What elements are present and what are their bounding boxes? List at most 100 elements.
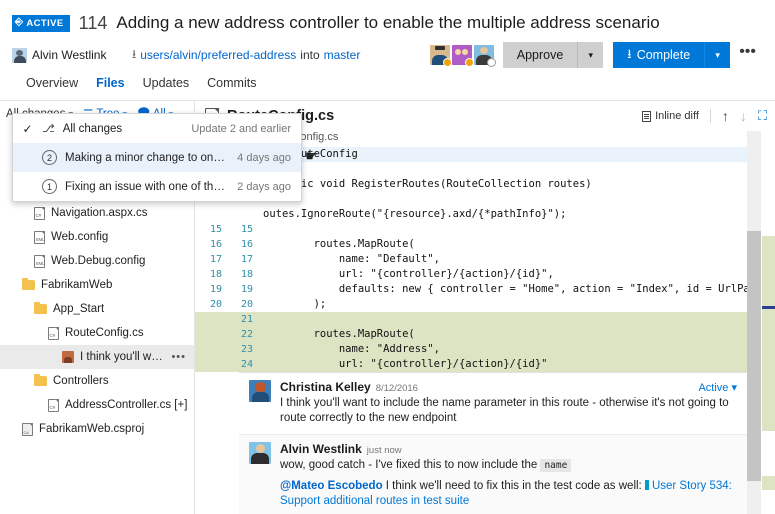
code-line[interactable]: outes.IgnoreRoute("{resource}.axd/{*path… (195, 207, 775, 222)
minimap-comment-marker (762, 306, 775, 309)
tree-item-more-icon[interactable]: ••• (171, 351, 186, 363)
diff-minimap[interactable] (762, 131, 775, 514)
tree-item[interactable]: XML Web.Debug.config (0, 249, 194, 273)
line-number-new: 16 (240, 239, 253, 250)
comment-thread: Christina Kelley 8/12/2016 Active ▾ I th… (239, 372, 747, 514)
code-line-text: ass RouteConfig (263, 148, 358, 160)
tab-updates[interactable]: Updates (143, 76, 190, 100)
code-line-text: url: "{controller}/{action}/{id}", (263, 268, 554, 280)
folder-icon (34, 373, 47, 386)
tree-item-label: App_Start (53, 303, 105, 315)
code-line[interactable]: 17 17 name: "Default", (195, 252, 775, 267)
tree-item[interactable]: XML Web.config (0, 225, 194, 249)
approve-button[interactable]: Approve (502, 42, 578, 68)
inline-diff-toggle[interactable]: Inline diff (642, 110, 699, 122)
work-item-icon (644, 480, 649, 490)
code-line[interactable]: 20 20 ); (195, 297, 775, 312)
tree-item[interactable]: C# AddressController.cs [+] (0, 393, 194, 417)
chevron-down-icon: ▾ (588, 49, 594, 60)
more-actions-button[interactable]: ••• (730, 42, 763, 68)
reviewer-avatar-2[interactable] (451, 45, 474, 67)
tab-overview[interactable]: Overview (26, 76, 78, 100)
status-badge-label: ACTIVE (26, 17, 64, 29)
code-line[interactable]: 22 routes.MapRoute( (195, 327, 775, 342)
comment-text: wow, good catch - I've fixed this to now… (280, 458, 737, 473)
code-line-text: ); (263, 298, 327, 310)
code-line[interactable]: 23 name: "Address", (195, 342, 775, 357)
tree-item[interactable]: Controllers (0, 369, 194, 393)
cs-file-icon: C# (48, 398, 59, 412)
changes-menu-item-label: Making a minor change to one of t... (65, 151, 230, 164)
comment-timestamp: just now (366, 445, 402, 456)
tab-files[interactable]: Files (96, 76, 125, 100)
pr-tabs: Overview Files Updates Commits (12, 76, 763, 100)
code-line[interactable]: 18 18 url: "{controller}/{action}/{id}", (195, 267, 775, 282)
line-number-new: 18 (240, 269, 253, 280)
branch-info: ⭳ users/alvin/preferred-address into mas… (132, 45, 360, 66)
tree-item[interactable]: FabrikamWeb (0, 273, 194, 297)
reviewer-avatar-1[interactable] (429, 45, 452, 67)
approve-button-group: Approve ▾ (502, 42, 604, 68)
inline-diff-icon (642, 110, 652, 122)
code-line-text: defaults: new { controller = "Home", act… (338, 283, 775, 295)
code-line-text: c static void RegisterRoutes(RouteCollec… (263, 178, 592, 190)
tree-item[interactable]: C# Navigation.aspx.cs (0, 201, 194, 225)
reviewer-avatar-3[interactable] (473, 45, 496, 67)
comment-author: Christina Kelley (280, 380, 371, 394)
tree-item[interactable]: C# RouteConfig.cs (0, 321, 194, 345)
target-branch-link[interactable]: master (324, 48, 361, 62)
pr-meta-row: Alvin Westlink ⭳ users/alvin/preferred-a… (12, 40, 763, 70)
code-line[interactable]: 19 19 defaults: new { controller = "Home"… (195, 282, 775, 297)
previous-change-icon[interactable]: ↑ (722, 108, 729, 124)
line-number-old: 15 (209, 224, 222, 235)
pr-author: Alvin Westlink (12, 47, 132, 63)
inline-code-chip: name (540, 459, 572, 472)
fullscreen-icon[interactable]: ⛶ (758, 108, 767, 124)
changes-menu-item-meta: 4 days ago (237, 151, 291, 164)
minimap-added-band (762, 291, 775, 431)
changes-menu-item[interactable]: 1 Fixing an issue with one of the new ...… (13, 172, 301, 201)
next-change-icon[interactable]: ↓ (740, 108, 747, 124)
christina-avatar (249, 380, 271, 402)
line-number-old: 20 (209, 299, 222, 310)
changes-menu-item[interactable]: ✓ ⎇ All changes Update 2 and earlier (13, 114, 301, 143)
line-number-new: 21 (240, 314, 253, 325)
scrollbar-thumb[interactable] (747, 231, 761, 481)
comment-item: Alvin Westlink just now wow, good catch … (239, 434, 747, 514)
approve-dropdown-caret[interactable]: ▾ (577, 42, 604, 68)
chevron-down-icon: ▾ (715, 49, 720, 60)
code-line-text: outes.IgnoreRoute("{resource}.axd/{*path… (263, 208, 567, 220)
branch-icon: ⭳ (132, 46, 137, 61)
code-line[interactable]: 24 url: "{controller}/{action}/{id}" (195, 357, 775, 372)
tab-commits[interactable]: Commits (207, 76, 256, 100)
complete-dropdown-caret[interactable]: ▾ (704, 42, 731, 68)
user-mention[interactable]: @Mateo Escobedo (280, 480, 383, 492)
tree-item[interactable]: C# FabrikamWeb.csproj (0, 417, 194, 441)
code-line-text: routes.MapRoute( (263, 328, 415, 340)
complete-button[interactable]: ⭳ Complete (613, 42, 705, 68)
tree-item-label: RouteConfig.cs (65, 327, 144, 339)
changes-menu-item-meta: Update 2 and earlier (191, 122, 291, 135)
comment-status-label: Active (698, 382, 729, 394)
code-line[interactable]: 21 (195, 312, 775, 327)
folder-icon (22, 277, 35, 290)
comment-header: Alvin Westlink just now (280, 442, 737, 456)
comment-body: Alvin Westlink just now wow, good catch … (280, 442, 737, 509)
toolbar-divider (709, 109, 711, 123)
xml-file-icon: XML (34, 254, 45, 268)
line-number-new: 24 (240, 359, 253, 370)
cs-file-icon: C# (48, 326, 59, 340)
pull-request-icon: ⎆ (15, 17, 24, 28)
comment-status-dropdown[interactable]: Active ▾ (698, 381, 737, 394)
line-number-new: 17 (240, 254, 253, 265)
tree-comment-item[interactable]: I think you'll wa... ••• (0, 345, 194, 369)
source-branch-link[interactable]: users/alvin/preferred-address (140, 48, 296, 62)
code-line[interactable]: 15 15 (195, 222, 775, 237)
comment-avatar-icon (62, 351, 74, 363)
changes-menu-item[interactable]: 2 Making a minor change to one of t... 4 d… (13, 143, 301, 172)
folder-icon (34, 301, 47, 314)
complete-button-group: ⭳ Complete ▾ (613, 42, 731, 68)
tree-item[interactable]: App_Start (0, 297, 194, 321)
code-line[interactable]: 16 16 routes.MapRoute( (195, 237, 775, 252)
cs-file-icon: C# (34, 206, 45, 220)
